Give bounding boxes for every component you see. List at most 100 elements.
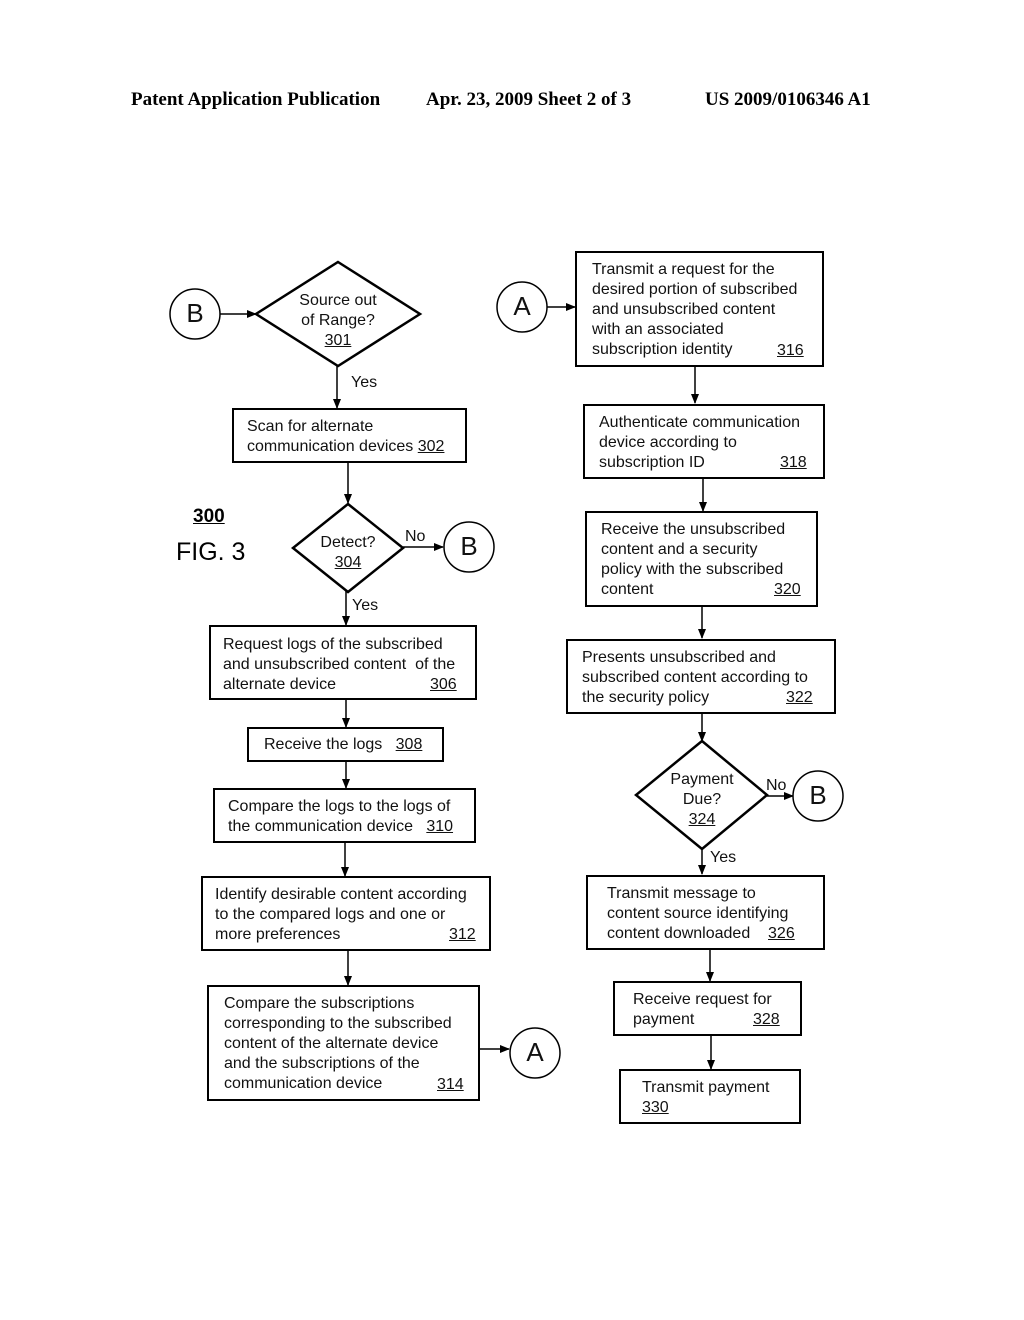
figure-ref: 300 — [193, 506, 225, 527]
decision-304-ref: 304 — [334, 554, 362, 571]
step-322-line: Presents unsubscribed and — [582, 649, 776, 666]
step-312-line: Identify desirable content according — [215, 886, 467, 903]
step-308-line: Receive the logs — [264, 736, 383, 753]
step-310-text: Compare the logs to the logs of the comm… — [228, 797, 453, 837]
decision-324-line: Due? — [682, 791, 722, 808]
step-320-line: policy with the subscribed — [601, 561, 784, 578]
step-314-line: content of the alternate device — [224, 1035, 439, 1052]
step-310-ref: 310 — [426, 818, 454, 835]
step-326-line: content source identifying — [607, 905, 789, 922]
step-312-text: Identify desirable content according to … — [215, 885, 467, 945]
step-320: Receive the unsubscribed content and a s… — [585, 511, 818, 607]
step-306: Request logs of the subscribed and unsub… — [209, 625, 477, 700]
step-302: Scan for alternate communication devices… — [232, 408, 467, 463]
decision-324-text: Payment Due? 324 — [652, 770, 752, 830]
step-320-line: Receive the unsubscribed — [601, 521, 786, 538]
connector-B-304: B — [460, 531, 478, 561]
step-316-line: subscription identity — [592, 341, 733, 358]
step-328-line: payment — [633, 1011, 695, 1028]
decision-304-text: Detect? 304 — [298, 533, 398, 573]
step-322-line: the security policy — [582, 689, 710, 706]
decision-301-ref: 301 — [324, 332, 352, 349]
step-310-line-text: the communication device — [228, 818, 413, 835]
step-322-ref: 322 — [786, 689, 813, 706]
step-314-text: Compare the subscriptions corresponding … — [224, 994, 452, 1094]
edge-label-304-no: No — [405, 528, 426, 545]
step-318-line: Authenticate communication — [599, 414, 800, 431]
step-316-line: desired portion of subscribed — [592, 281, 798, 298]
connector-B-start: B — [186, 298, 204, 328]
decision-304-line: Detect? — [320, 534, 376, 551]
step-312-ref: 312 — [449, 926, 476, 943]
step-306-line: Request logs of the subscribed — [223, 636, 443, 653]
step-308: Receive the logs 308 — [247, 727, 444, 762]
step-302-text: Scan for alternate communication devices… — [247, 417, 444, 457]
step-318-line: subscription ID — [599, 454, 705, 471]
step-306-line: alternate device — [223, 676, 336, 693]
step-310: Compare the logs to the logs of the comm… — [213, 788, 476, 843]
decision-301-line: of Range? — [301, 312, 375, 329]
step-302-line-text: communication devices — [247, 438, 414, 455]
step-316-line: Transmit a request for the — [592, 261, 775, 278]
edge-label-304-yes: Yes — [352, 597, 379, 614]
step-314-line: corresponding to the subscribed — [224, 1015, 452, 1032]
step-314-line: Compare the subscriptions — [224, 995, 415, 1012]
step-318-text: Authenticate communication device accord… — [599, 413, 800, 473]
step-302-ref: 302 — [417, 438, 445, 455]
edge-label-324-no: No — [766, 777, 787, 794]
step-316-line: and unsubscribed content — [592, 301, 776, 318]
step-314-ref: 314 — [437, 1076, 464, 1093]
figure-label: FIG. 3 — [176, 538, 246, 566]
step-312: Identify desirable content according to … — [201, 876, 491, 951]
flowchart-graphics — [169, 260, 844, 1079]
step-326-line-text: content downloaded — [607, 925, 751, 942]
step-302-line: Scan for alternate — [247, 418, 374, 435]
edge-label-301-yes: Yes — [351, 374, 378, 391]
step-310-line: Compare the logs to the logs of — [228, 798, 451, 815]
step-330-text: Transmit payment 330 — [642, 1078, 769, 1118]
step-306-ref: 306 — [430, 676, 457, 693]
step-312-line: to the compared logs and one or — [215, 906, 446, 923]
step-312-line: more preferences — [215, 926, 341, 943]
step-322-text: Presents unsubscribed and subscribed con… — [582, 648, 808, 708]
step-326: Transmit message to content source ident… — [586, 875, 825, 950]
decision-301-line: Source out — [299, 292, 377, 309]
step-326-line: content downloaded 326 — [607, 924, 795, 944]
step-318-ref: 318 — [780, 454, 807, 471]
step-322: Presents unsubscribed and subscribed con… — [566, 639, 836, 714]
step-326-ref: 326 — [768, 925, 795, 942]
step-330: Transmit payment 330 — [619, 1069, 801, 1124]
step-320-text: Receive the unsubscribed content and a s… — [601, 520, 785, 600]
step-318-line: device according to — [599, 434, 737, 451]
step-314: Compare the subscriptions corresponding … — [207, 985, 480, 1101]
step-316-text: Transmit a request for the desired porti… — [592, 260, 797, 360]
step-314-line: and the subscriptions of the — [224, 1055, 420, 1072]
connector-B-324: B — [809, 780, 827, 810]
decision-301-text: Source out of Range? 301 — [278, 291, 398, 351]
step-310-line: the communication device 310 — [228, 817, 453, 837]
step-320-line: content — [601, 581, 654, 598]
step-328: Receive request for payment 328 — [613, 981, 802, 1036]
step-326-line: Transmit message to — [607, 885, 756, 902]
decision-324-line: Payment — [670, 771, 734, 788]
step-320-ref: 320 — [774, 581, 801, 598]
step-328-ref: 328 — [753, 1011, 780, 1028]
step-330-line: Transmit payment — [642, 1079, 770, 1096]
step-328-text: Receive request for payment — [633, 990, 772, 1030]
step-316-line: with an associated — [592, 321, 724, 338]
step-326-text: Transmit message to content source ident… — [607, 884, 795, 944]
step-306-line: and unsubscribed content of the — [223, 656, 456, 673]
decision-324-ref: 324 — [688, 811, 716, 828]
step-308-ref: 308 — [395, 736, 423, 753]
step-320-line: content and a security — [601, 541, 758, 558]
step-318: Authenticate communication device accord… — [583, 404, 825, 479]
step-322-line: subscribed content according to — [582, 669, 808, 686]
step-328-line: Receive request for — [633, 991, 772, 1008]
step-302-line: communication devices 302 — [247, 437, 444, 457]
step-330-ref: 330 — [642, 1099, 669, 1116]
step-316: Transmit a request for the desired porti… — [575, 251, 824, 367]
step-314-line: communication device — [224, 1075, 383, 1092]
edge-label-324-yes: Yes — [710, 849, 737, 866]
step-306-text: Request logs of the subscribed and unsub… — [223, 635, 455, 695]
step-316-ref: 316 — [777, 342, 804, 359]
